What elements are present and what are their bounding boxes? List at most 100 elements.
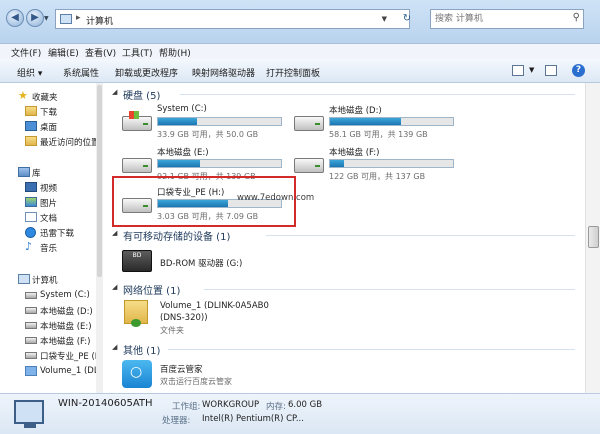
sidebar-item-label: 最近访问的位置 <box>40 138 100 148</box>
menu-help[interactable]: 帮助(H) <box>159 46 191 59</box>
organize-button[interactable]: 组织 ▾ <box>17 66 42 79</box>
computer-icon <box>14 400 44 428</box>
preview-pane-icon[interactable] <box>545 65 557 76</box>
workgroup-label: 工作组: <box>172 402 201 412</box>
search-icon[interactable]: ⚲ <box>573 12 580 23</box>
windows-logo-icon <box>129 111 139 119</box>
thunder-icon <box>25 227 36 238</box>
sidebar-scroll-thumb[interactable] <box>97 85 102 277</box>
breadcrumb-separator: ▸ <box>76 13 81 23</box>
content-scroll-thumb[interactable] <box>588 226 599 248</box>
drive-usage-bar <box>329 117 454 126</box>
hard-drive-icon <box>294 158 324 173</box>
group-other[interactable]: ◢ 其他 (1) <box>104 342 579 357</box>
network-drive-icon <box>25 366 37 376</box>
sidebar-scrollbar[interactable] <box>96 83 103 393</box>
system-properties-button[interactable]: 系统属性 <box>63 66 99 79</box>
menu-tools[interactable]: 工具(T) <box>122 46 153 59</box>
drive-tile-d[interactable]: 本地磁盘 (D:) 58.1 GB 可用，共 139 GB <box>294 104 464 144</box>
hard-drive-icon <box>294 116 324 131</box>
drive-icon <box>25 307 37 314</box>
content-pane: ◢ 硬盘 (5) System (C:) 33.9 GB 可用，共 50.0 G… <box>104 83 585 393</box>
history-dropdown-icon[interactable]: ▼ <box>44 15 49 22</box>
pictures-icon <box>25 197 37 207</box>
drive-usage-bar <box>329 159 454 168</box>
divider <box>204 289 575 290</box>
drive-name: System (C:) <box>157 104 207 114</box>
help-icon[interactable]: ? <box>572 64 585 77</box>
forward-button[interactable]: ▶ <box>26 9 44 27</box>
network-type: 文件夹 <box>160 326 184 335</box>
open-control-panel-button[interactable]: 打开控制面板 <box>266 66 320 79</box>
group-hard-disks[interactable]: ◢ 硬盘 (5) <box>104 87 579 102</box>
drive-size-text: 33.9 GB 可用，共 50.0 GB <box>157 130 259 139</box>
breadcrumb-computer[interactable]: 计算机 <box>86 14 113 27</box>
recent-places-icon <box>25 136 37 146</box>
memory-value: 6.00 GB <box>288 400 323 410</box>
videos-icon <box>25 182 37 192</box>
collapse-chevron-icon[interactable]: ◢ <box>112 229 117 237</box>
search-box[interactable]: ⚲ <box>430 9 584 29</box>
collapse-chevron-icon[interactable]: ◢ <box>112 343 117 351</box>
group-header: 网络位置 (1) <box>123 286 181 297</box>
drive-name: 本地磁盘 (F:) <box>329 148 380 158</box>
address-bar[interactable]: ▸ 计算机 ▼ <box>55 9 410 29</box>
menu-file[interactable]: 文件(F) <box>11 46 41 59</box>
refresh-button[interactable]: ↻ <box>398 10 416 28</box>
computer-icon <box>18 274 30 284</box>
back-button[interactable]: ◀ <box>6 9 24 27</box>
drive-tile-f[interactable]: 本地磁盘 (F:) 122 GB 可用，共 137 GB <box>294 146 464 186</box>
group-removable-storage[interactable]: ◢ 有可移动存储的设备 (1) <box>104 228 579 243</box>
computer-name: WIN-20140605ATH <box>58 398 153 409</box>
memory-label: 内存: <box>266 402 286 412</box>
drive-name: 本地磁盘 (D:) <box>329 106 382 116</box>
sidebar-item-label: 图片 <box>40 199 58 209</box>
content-scrollbar[interactable] <box>585 83 600 393</box>
sidebar-item-label: 下载 <box>40 108 58 118</box>
drive-tile-c[interactable]: System (C:) 33.9 GB 可用，共 50.0 GB <box>122 104 292 144</box>
navigation-pane: ★ 收藏夹 下载 桌面 最近访问的位置 库 视频 图片 文档 迅雷下载 ♪ 音乐… <box>0 83 103 393</box>
menu-bar: 文件(F) 编辑(E) 查看(V) 工具(T) 帮助(H) <box>0 44 600 59</box>
network-name-line2: (DNS-320)) <box>160 313 208 323</box>
group-network-locations[interactable]: ◢ 网络位置 (1) <box>104 282 579 297</box>
collapse-chevron-icon[interactable]: ◢ <box>112 88 117 96</box>
network-folder-icon <box>124 300 148 327</box>
sidebar-item-label: Volume_1 (DLINK <box>40 366 102 376</box>
sidebar-item-label: 桌面 <box>40 123 58 133</box>
menu-edit[interactable]: 编辑(E) <box>48 46 79 59</box>
sidebar-item-label: 音乐 <box>40 244 58 254</box>
collapse-chevron-icon[interactable]: ◢ <box>112 283 117 291</box>
drive-icon <box>25 322 37 329</box>
uninstall-program-button[interactable]: 卸载或更改程序 <box>115 66 178 79</box>
bd-rom-drive[interactable]: BD BD-ROM 驱动器 (G:) <box>122 248 322 276</box>
chevron-down-icon[interactable]: ▼ <box>382 15 387 23</box>
item-name: 百度云管家 <box>160 365 203 375</box>
cpu-label: 处理器: <box>162 416 191 426</box>
network-volume[interactable]: Volume_1 (DLINK-0A5AB0 (DNS-320)) 文件夹 <box>122 300 342 340</box>
drive-usage-bar <box>157 117 282 126</box>
network-name: Volume_1 (DLINK-0A5AB0 <box>160 301 269 311</box>
sidebar-item-label: System (C:) <box>40 290 90 300</box>
baidu-cloud-item[interactable]: 百度云管家 双击运行百度云管家 <box>122 360 342 390</box>
change-view-icon[interactable] <box>512 65 524 76</box>
view-dropdown-icon[interactable]: ▼ <box>529 66 534 74</box>
map-network-drive-button[interactable]: 映射网络驱动器 <box>192 66 255 79</box>
sidebar-libraries-label: 库 <box>32 169 41 179</box>
baidu-cloud-icon <box>122 360 152 388</box>
watermark-text: www.7edown.com <box>237 193 315 203</box>
drive-usage-bar <box>157 159 282 168</box>
search-input[interactable] <box>431 10 561 28</box>
divider <box>168 349 575 350</box>
downloads-folder-icon <box>25 106 37 116</box>
item-description: 双击运行百度云管家 <box>160 377 232 386</box>
menu-view[interactable]: 查看(V) <box>85 46 116 59</box>
sidebar-item-label: 文档 <box>40 214 58 224</box>
sidebar-item-label: 迅雷下载 <box>40 229 75 239</box>
title-bar: ◀ ▶ ▼ ▸ 计算机 ▼ ↻ ⚲ <box>0 0 600 44</box>
device-name: BD-ROM 驱动器 (G:) <box>160 259 243 269</box>
drive-usage-fill <box>330 160 344 167</box>
drive-name: 本地磁盘 (E:) <box>157 148 209 158</box>
group-header: 有可移动存储的设备 (1) <box>123 232 231 243</box>
computer-icon <box>60 14 72 24</box>
divider <box>266 235 575 236</box>
